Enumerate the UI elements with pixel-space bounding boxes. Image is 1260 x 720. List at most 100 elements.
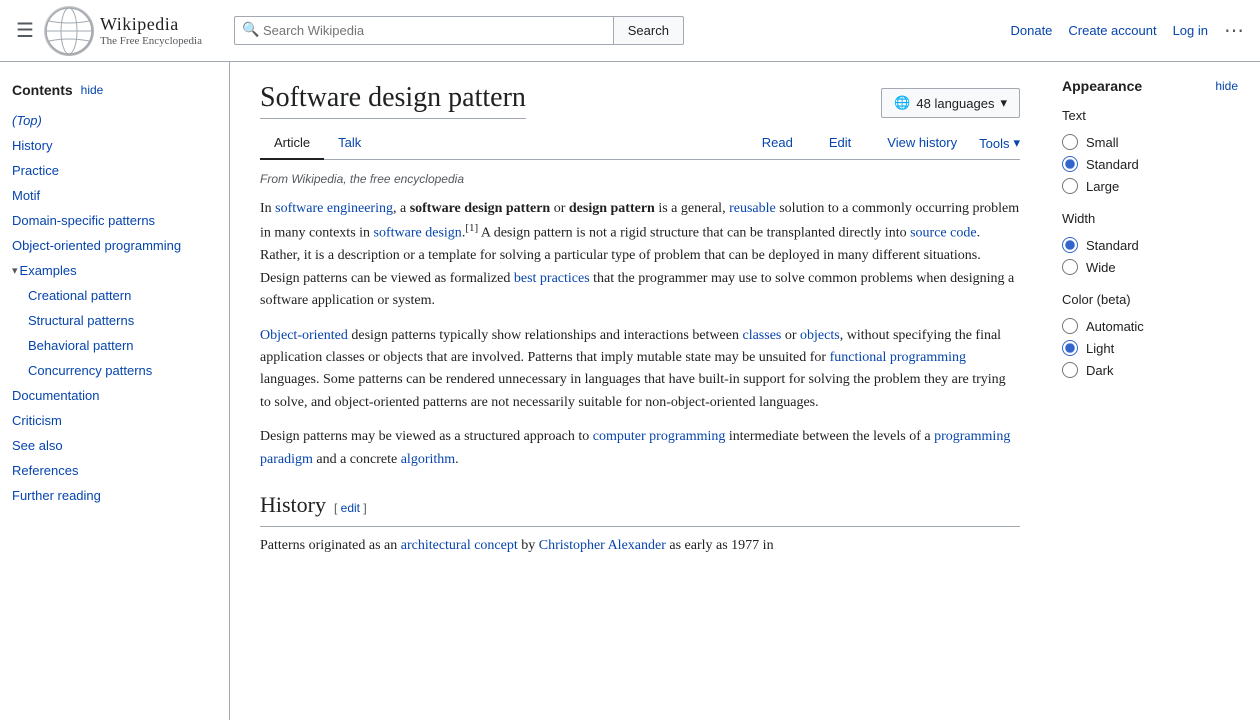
appearance-panel: Appearance hide Text Small Standard Larg… — [1050, 62, 1250, 720]
title-row: Software design pattern 🌐 48 languages ▾ — [260, 82, 1020, 127]
toc-link-behavioral[interactable]: Behavioral pattern — [28, 336, 217, 355]
search-button[interactable]: Search — [613, 16, 684, 45]
toc-link-motif[interactable]: Motif — [12, 186, 217, 205]
link-classes[interactable]: classes — [742, 328, 781, 343]
toc-item-history: History — [12, 133, 217, 158]
toc-link-further-reading[interactable]: Further reading — [12, 486, 217, 505]
tab-tools[interactable]: Tools ▾ — [979, 135, 1020, 151]
wiki-logo[interactable]: Wikipedia The Free Encyclopedia — [44, 6, 202, 56]
color-light-radio[interactable] — [1062, 340, 1078, 356]
toc-link-oop[interactable]: Object-oriented programming — [12, 236, 217, 255]
width-wide-label: Wide — [1086, 260, 1116, 275]
toc-link-history[interactable]: History — [12, 136, 217, 155]
toc-item-domain: Domain-specific patterns — [12, 208, 217, 233]
toc-link-documentation[interactable]: Documentation — [12, 386, 217, 405]
tab-talk[interactable]: Talk — [324, 127, 375, 160]
intro-paragraph-3: Design patterns may be viewed as a struc… — [260, 426, 1020, 471]
main-layout: Contents hide (Top) History Practice Mot… — [0, 62, 1260, 720]
toc-item-concurrency: Concurrency patterns — [28, 358, 217, 383]
toc-item-oop: Object-oriented programming — [12, 233, 217, 258]
text-small-label: Small — [1086, 135, 1119, 150]
color-label: Color (beta) — [1062, 292, 1238, 307]
link-computer-programming[interactable]: computer programming — [593, 429, 726, 444]
text-standard-option[interactable]: Standard — [1062, 153, 1238, 175]
contents-hide-button[interactable]: hide — [81, 83, 104, 97]
link-algorithm[interactable]: algorithm — [401, 452, 455, 467]
color-light-option[interactable]: Light — [1062, 337, 1238, 359]
tab-group-right: Read Edit View history Tools ▾ — [748, 127, 1020, 159]
search-input[interactable] — [234, 16, 613, 45]
text-standard-label: Standard — [1086, 157, 1139, 172]
link-best-practices[interactable]: best practices — [514, 271, 590, 286]
language-button[interactable]: 🌐 48 languages ▾ — [881, 88, 1020, 118]
contents-title: Contents — [12, 82, 73, 98]
article-body: In software engineering, a software desi… — [260, 198, 1020, 558]
width-standard-option[interactable]: Standard — [1062, 234, 1238, 256]
tab-group-left: Article Talk — [260, 127, 375, 159]
appearance-title: Appearance — [1062, 78, 1142, 94]
text-label: Text — [1062, 108, 1238, 123]
toc-link-criticism[interactable]: Criticism — [12, 411, 217, 430]
color-dark-option[interactable]: Dark — [1062, 359, 1238, 381]
link-object-oriented[interactable]: Object-oriented — [260, 328, 348, 343]
history-edit-link[interactable]: edit — [341, 501, 360, 515]
text-large-label: Large — [1086, 179, 1119, 194]
search-icon: 🔍 — [242, 22, 259, 39]
toc-link-references[interactable]: References — [12, 461, 217, 480]
page-title: Software design pattern — [260, 82, 526, 119]
menu-icon[interactable]: ☰ — [16, 18, 34, 43]
tab-article[interactable]: Article — [260, 127, 324, 160]
intro-paragraph-1: In software engineering, a software desi… — [260, 198, 1020, 313]
toc-link-see-also[interactable]: See also — [12, 436, 217, 455]
toc-link-top[interactable]: (Top) — [12, 111, 217, 130]
color-dark-radio[interactable] — [1062, 362, 1078, 378]
link-christopher-alexander[interactable]: Christopher Alexander — [539, 538, 666, 553]
link-software-engineering[interactable]: software engineering — [275, 201, 393, 216]
color-group: Color (beta) Automatic Light Dark — [1062, 292, 1238, 381]
header-left: ☰ Wikipedia The Free Encyclopedia — [16, 6, 202, 56]
more-options-icon[interactable]: ⋯ — [1224, 18, 1244, 43]
language-chevron: ▾ — [1000, 95, 1007, 111]
create-account-link[interactable]: Create account — [1068, 23, 1156, 38]
width-label: Width — [1062, 211, 1238, 226]
width-wide-option[interactable]: Wide — [1062, 256, 1238, 278]
width-wide-radio[interactable] — [1062, 259, 1078, 275]
history-title: History — [260, 487, 326, 522]
color-dark-label: Dark — [1086, 363, 1113, 378]
toc-item-creational: Creational pattern — [28, 283, 217, 308]
toc-link-examples[interactable]: Examples — [20, 261, 77, 280]
appearance-hide-button[interactable]: hide — [1215, 79, 1238, 93]
tab-view-history[interactable]: View history — [873, 127, 971, 160]
toc-item-behavioral: Behavioral pattern — [28, 333, 217, 358]
text-standard-radio[interactable] — [1062, 156, 1078, 172]
tools-label: Tools — [979, 136, 1009, 151]
donate-link[interactable]: Donate — [1010, 23, 1052, 38]
toc-subitems-examples: Creational pattern Structural patterns B… — [12, 283, 217, 383]
link-functional-programming[interactable]: functional programming — [830, 350, 966, 365]
tab-read[interactable]: Read — [748, 127, 807, 160]
intro-paragraph-2: Object-oriented design patterns typicall… — [260, 325, 1020, 415]
text-small-option[interactable]: Small — [1062, 131, 1238, 153]
link-reusable[interactable]: reusable — [729, 201, 776, 216]
link-objects[interactable]: objects — [800, 328, 840, 343]
color-automatic-radio[interactable] — [1062, 318, 1078, 334]
toc-link-creational[interactable]: Creational pattern — [28, 286, 217, 305]
toc-link-domain[interactable]: Domain-specific patterns — [12, 211, 217, 230]
text-large-radio[interactable] — [1062, 178, 1078, 194]
toc-link-structural[interactable]: Structural patterns — [28, 311, 217, 330]
color-light-label: Light — [1086, 341, 1114, 356]
text-large-option[interactable]: Large — [1062, 175, 1238, 197]
log-in-link[interactable]: Log in — [1173, 23, 1208, 38]
tab-edit[interactable]: Edit — [815, 127, 865, 160]
link-architectural-concept[interactable]: architectural concept — [401, 538, 518, 553]
toc-expand-examples[interactable]: ▾ — [12, 264, 18, 277]
toc-link-practice[interactable]: Practice — [12, 161, 217, 180]
toc-link-concurrency[interactable]: Concurrency patterns — [28, 361, 217, 380]
color-automatic-option[interactable]: Automatic — [1062, 315, 1238, 337]
link-source-code[interactable]: source code — [910, 226, 976, 241]
link-software-design[interactable]: software design — [374, 226, 462, 241]
text-small-radio[interactable] — [1062, 134, 1078, 150]
width-standard-radio[interactable] — [1062, 237, 1078, 253]
text-size-group: Text Small Standard Large — [1062, 108, 1238, 197]
page-tabs: Article Talk Read Edit View history Tool… — [260, 127, 1020, 160]
